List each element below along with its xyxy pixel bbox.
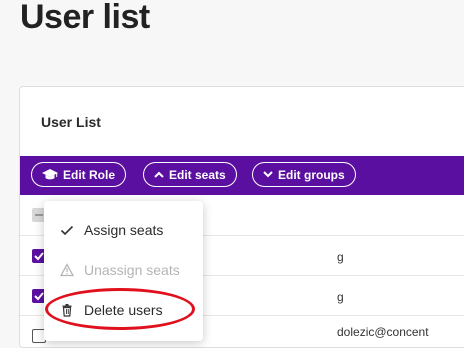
menu-item-assign-seats[interactable]: Assign seats	[44, 210, 203, 250]
bulk-action-toolbar: Edit Role Edit seats Edit groups	[20, 156, 464, 195]
graduation-cap-icon	[42, 168, 58, 181]
menu-item-unassign-seats: Unassign seats	[44, 250, 203, 290]
edit-role-label: Edit Role	[63, 167, 116, 182]
edit-groups-label: Edit groups	[278, 167, 345, 182]
trash-icon	[60, 303, 74, 317]
chevron-down-icon	[263, 171, 273, 178]
menu-item-delete-users[interactable]: Delete users	[44, 290, 203, 330]
edit-groups-button[interactable]: Edit groups	[252, 162, 356, 187]
edit-seats-button[interactable]: Edit seats	[143, 162, 237, 187]
menu-item-label: Unassign seats	[84, 262, 180, 278]
page-title: User list	[20, 0, 150, 36]
check-icon	[60, 223, 74, 237]
chevron-up-icon	[154, 171, 164, 178]
menu-item-label: Delete users	[84, 302, 163, 318]
card-title: User List	[41, 114, 101, 130]
table-row-cell: dolezic@concent	[337, 325, 429, 339]
table-row-cell: g	[337, 290, 344, 304]
menu-item-label: Assign seats	[84, 222, 164, 238]
edit-seats-label: Edit seats	[169, 167, 226, 182]
edit-role-button[interactable]: Edit Role	[31, 162, 127, 187]
seats-dropdown-menu: Assign seats Unassign seats Delete users	[44, 201, 203, 341]
warning-icon	[59, 263, 75, 277]
table-row-cell: g	[337, 250, 344, 264]
